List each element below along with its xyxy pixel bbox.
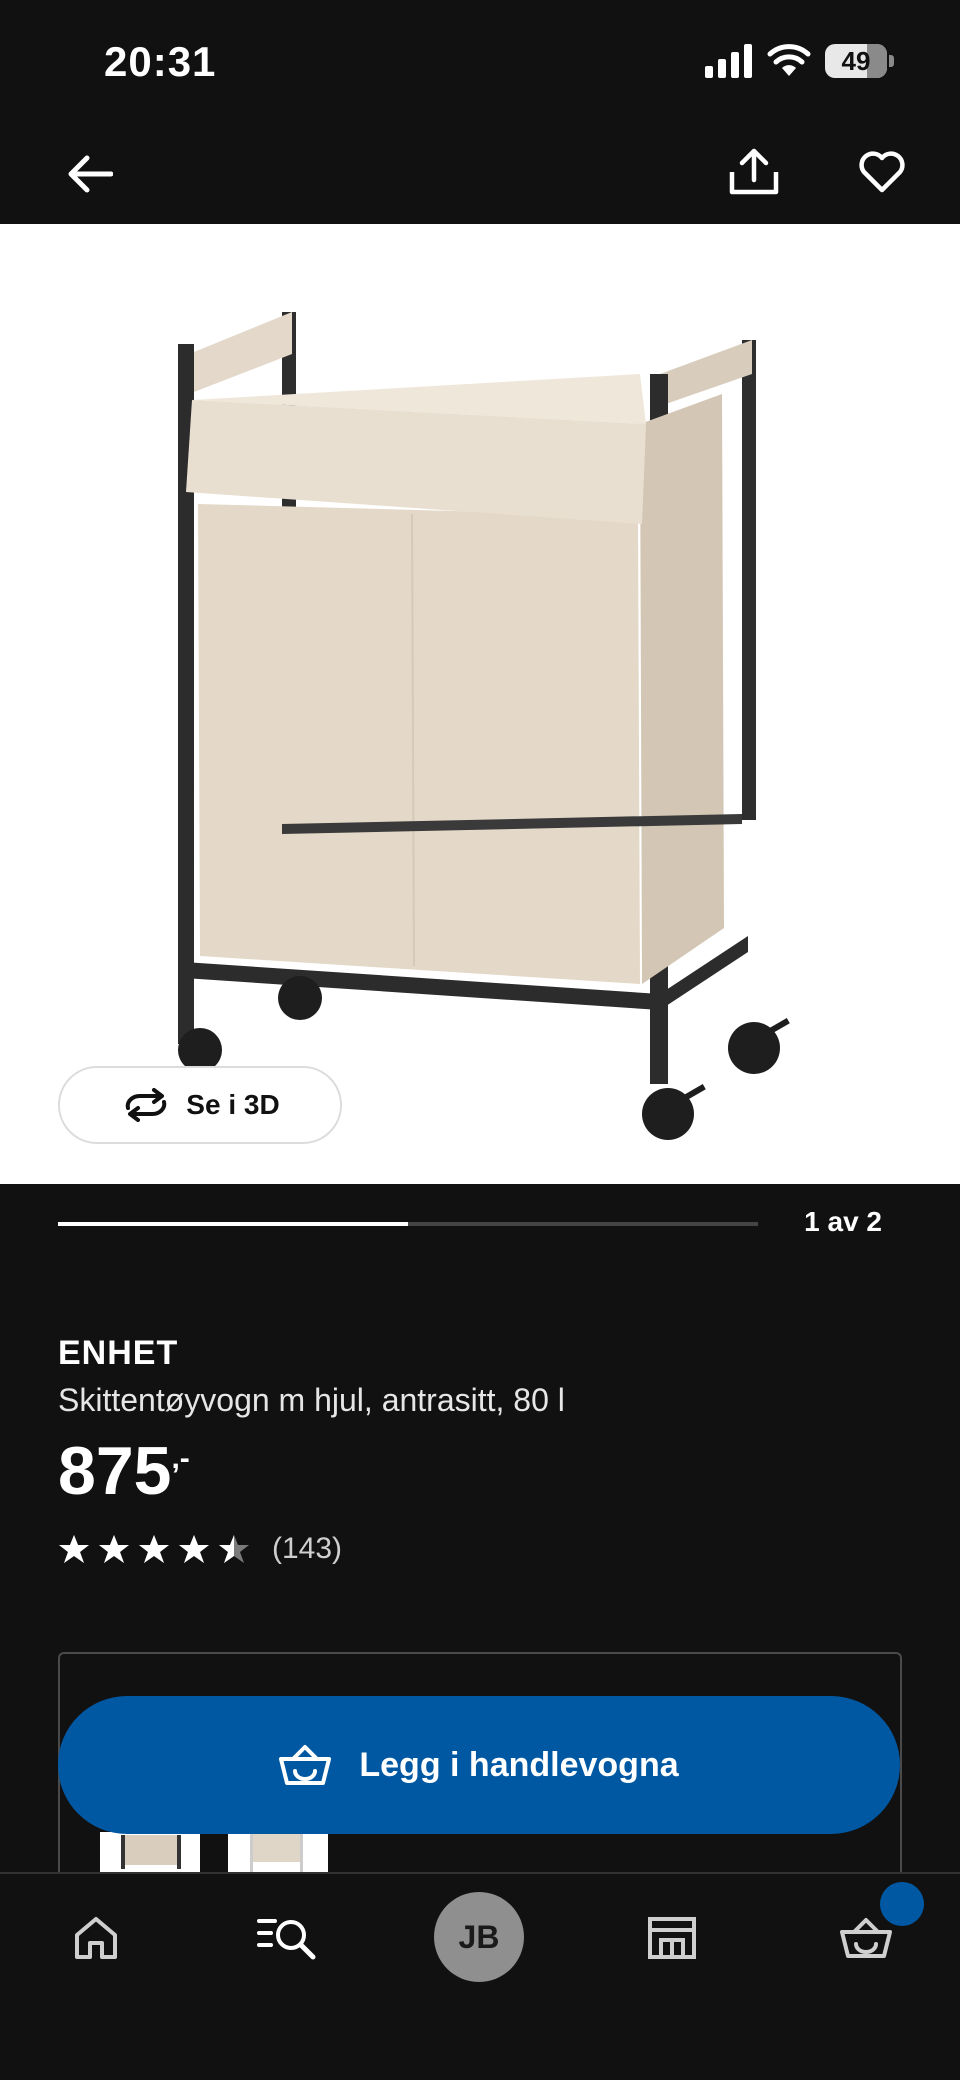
star-icon	[179, 1535, 209, 1563]
thumbnail-image	[250, 1832, 303, 1872]
star-icon	[99, 1535, 129, 1563]
review-count: (143)	[272, 1532, 343, 1565]
star-icon	[139, 1535, 169, 1563]
status-bar: 20:31 49	[0, 0, 960, 120]
gallery-progress-bar	[58, 1222, 758, 1226]
product-rating[interactable]: (143)	[58, 1532, 342, 1566]
nav-search[interactable]	[254, 1908, 320, 1968]
basket-icon	[279, 1745, 332, 1785]
add-to-cart-label: Legg i handlevogna	[359, 1745, 679, 1784]
product-image	[178, 312, 790, 1140]
gallery-progress-fill	[58, 1222, 408, 1226]
nav-stores[interactable]	[642, 1908, 702, 1968]
add-to-cart-button[interactable]: Legg i handlevogna	[58, 1696, 900, 1834]
back-button[interactable]	[60, 146, 120, 202]
price-value: 875	[58, 1433, 172, 1509]
navigation-bar	[0, 120, 960, 224]
variant-thumbnail[interactable]	[228, 1832, 328, 1872]
cart-icon	[840, 1918, 892, 1958]
view-in-3d-label: Se i 3D	[186, 1089, 280, 1120]
heart-icon	[859, 151, 905, 193]
store-icon	[648, 1917, 696, 1959]
status-icons: 49	[705, 44, 894, 78]
rating-stars	[58, 1533, 250, 1565]
product-image-area[interactable]	[0, 224, 960, 1184]
status-time: 20:31	[104, 38, 217, 85]
signal-icon	[705, 44, 752, 78]
search-list-icon	[257, 1919, 316, 1960]
view-in-3d-button[interactable]: Se i 3D	[58, 1066, 342, 1144]
product-price: 875 ,-	[58, 1432, 190, 1510]
home-icon	[75, 1917, 117, 1959]
star-icon	[59, 1535, 89, 1563]
wifi-icon	[767, 44, 811, 76]
product-description: Skittentøyvogn m hjul, antrasitt, 80 l	[58, 1382, 565, 1418]
cart-notification-badge	[880, 1882, 924, 1926]
product-brand: ENHET	[58, 1334, 179, 1372]
favorite-button[interactable]	[852, 144, 912, 200]
share-icon	[729, 148, 779, 195]
battery-indicator: 49	[825, 44, 887, 78]
price-suffix: ,-	[171, 1442, 190, 1475]
profile-avatar[interactable]: JB	[434, 1892, 524, 1982]
variant-thumbnail[interactable]	[100, 1832, 200, 1872]
nav-home[interactable]	[66, 1908, 126, 1968]
thumbnail-image	[121, 1835, 181, 1869]
gallery-counter: 1 av 2	[804, 1206, 882, 1237]
arrow-left-icon	[68, 155, 113, 193]
share-button[interactable]	[724, 142, 784, 202]
star-icon	[219, 1535, 249, 1563]
rotate-3d-icon	[126, 1088, 167, 1122]
